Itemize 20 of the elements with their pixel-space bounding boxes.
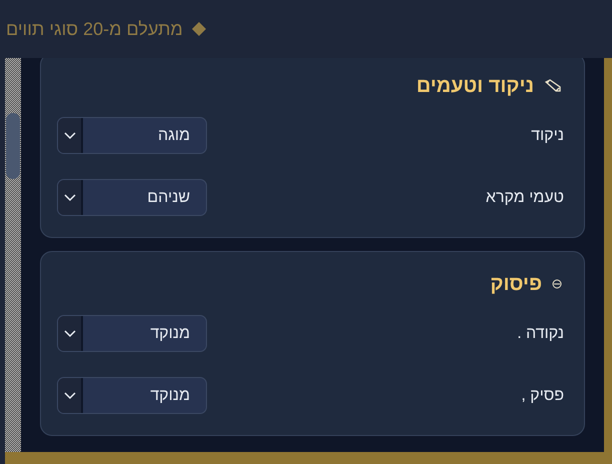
scrollbar[interactable] xyxy=(5,58,21,452)
select-dropdown[interactable]: מנוקד xyxy=(57,315,207,352)
scrollbar-thumb[interactable] xyxy=(6,113,20,179)
diamond-icon xyxy=(190,21,207,37)
header-text: מתעלם מ-20 סוגי תווים xyxy=(6,18,183,40)
pencil-icon xyxy=(544,79,562,93)
setting-label: פסיק , xyxy=(521,386,565,406)
select-dropdown[interactable]: שניהם xyxy=(57,179,207,216)
chevron-down-icon xyxy=(64,194,76,202)
chevron-down-icon xyxy=(64,330,76,338)
chevron-down-icon xyxy=(64,392,76,400)
section-title: פיסוק xyxy=(490,272,542,297)
chevron-down-icon xyxy=(64,132,76,140)
setting-label: טעמי מקרא xyxy=(486,188,565,208)
setting-label: ניקוד xyxy=(531,126,565,146)
select-dropdown[interactable]: מוגה xyxy=(57,117,207,154)
setting-label: נקודה . xyxy=(517,324,565,344)
circle-icon xyxy=(552,279,562,289)
section-title: ניקוד וטעמים xyxy=(416,74,534,99)
select-dropdown[interactable]: מנוקד xyxy=(57,377,207,414)
